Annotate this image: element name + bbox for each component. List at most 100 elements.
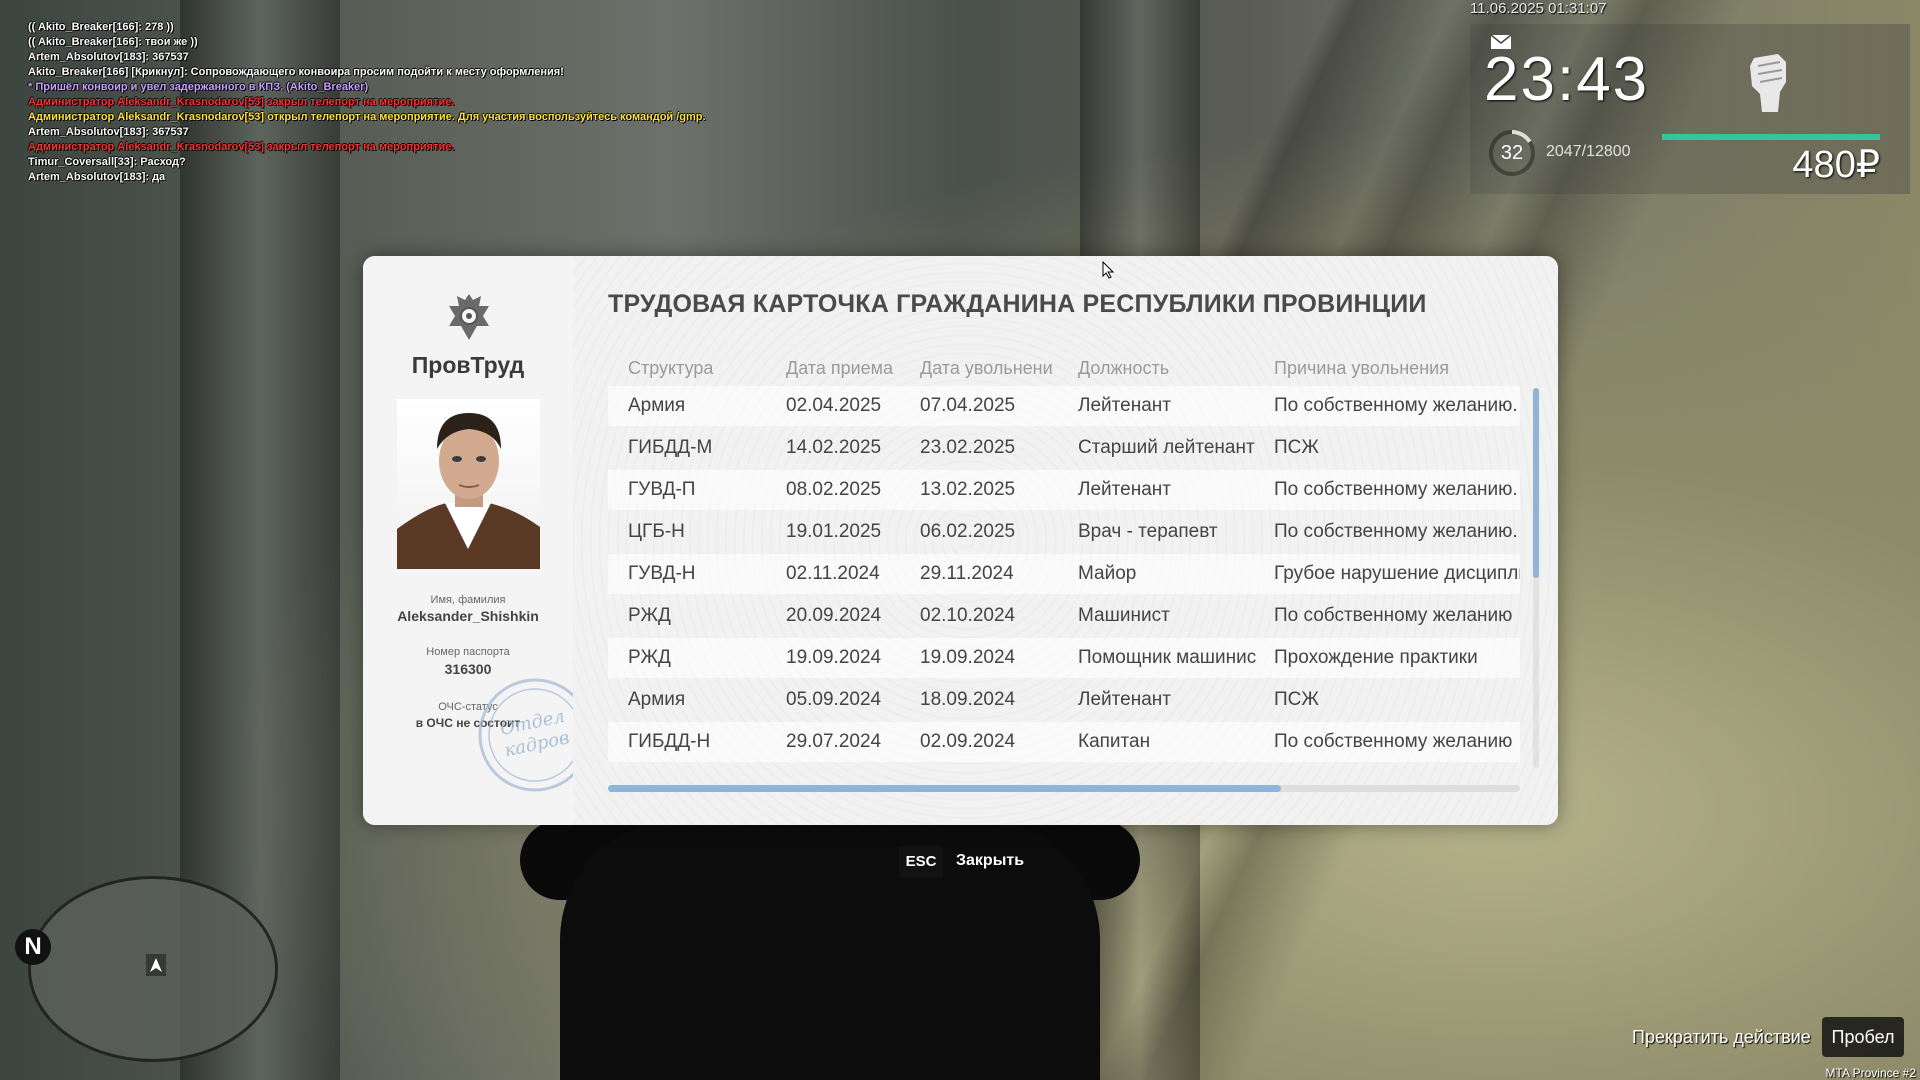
table-cell: По собственному желанию. [1274, 395, 1518, 416]
vertical-scrollbar-thumb[interactable] [1533, 388, 1539, 578]
work-history-table[interactable]: Структура Дата приема Дата увольнени Должно… [608, 350, 1520, 778]
table-cell: 08.02.2025 [786, 479, 882, 500]
chat-line: * Пришёл конвоир и увел задержанного в К… [28, 81, 369, 93]
chat-line: Администратор Aleksandr_Krasnodarov[53] … [28, 96, 455, 108]
table-cell: 02.10.2024 [920, 605, 1016, 626]
table-cell: Машинист [1078, 605, 1170, 626]
passport-value: 316300 [444, 661, 492, 677]
avatar [397, 399, 540, 569]
esc-key-hint[interactable]: ESC [899, 846, 943, 878]
table-cell: 02.09.2024 [920, 731, 1016, 752]
chat-line: Artem_Absolutov[183]: 367537 [28, 126, 189, 138]
table-cell: Армия [628, 689, 686, 710]
name-value: Aleksander_Shishkin [397, 608, 539, 624]
fist-icon [1750, 54, 1786, 112]
chat-line: Администратор Aleksandr_Krasnodarov[53] … [28, 141, 455, 153]
table-cell: Грубое нарушение дисциплин [1274, 563, 1520, 584]
table-cell: 02.11.2024 [786, 563, 880, 584]
table-cell: ПСЖ [1274, 437, 1319, 458]
table-cell: Старший лейтенант [1078, 437, 1255, 458]
column-header[interactable]: Должность [1078, 358, 1169, 379]
table-cell: 29.07.2024 [786, 731, 882, 752]
table-cell: ГИБДД-М [628, 437, 713, 458]
close-button[interactable]: Закрыть [956, 852, 1024, 870]
table-cell: Капитан [1078, 731, 1151, 752]
table-cell: Прохождение практики [1274, 647, 1478, 668]
table-cell: 19.01.2025 [786, 521, 882, 542]
table-row[interactable]: РЖД 20.09.2024 02.10.2024 Машинист По собств… [608, 596, 1520, 636]
table-cell: 19.09.2024 [920, 647, 1016, 668]
table-cell: Врач - терапевт [1078, 521, 1218, 542]
player-marker-icon [146, 954, 166, 976]
table-cell: 23.02.2025 [920, 437, 1016, 458]
table-cell: Помощник машинис [1078, 647, 1257, 668]
chat-line: (( Akito_Breaker[166]: 278 )) [28, 21, 174, 33]
table-row[interactable]: ГИБДД-М 14.02.2025 23.02.2025 Старший лейте… [608, 428, 1520, 468]
table-cell: 06.02.2025 [920, 521, 1016, 542]
table-cell: РЖД [628, 647, 671, 668]
column-header[interactable]: Структура [628, 358, 713, 379]
health-bar [1662, 134, 1880, 140]
chat-line: Администратор Aleksandr_Krasnodarov[53] … [28, 111, 706, 123]
table-cell: 14.02.2025 [786, 437, 882, 458]
table-cell: Лейтенант [1078, 395, 1171, 416]
table-cell: По собственному желанию [1274, 731, 1513, 752]
org-name: ПровТруд [411, 352, 525, 378]
modal-title: ТРУДОВАЯ КАРТОЧКА ГРАЖДАНИНА РЕСПУБЛИКИ … [608, 290, 1427, 318]
table-cell: Армия [628, 395, 686, 416]
table-cell: Майор [1078, 563, 1137, 584]
passport-label: Номер паспорта [426, 646, 510, 658]
table-row[interactable]: ЦГБ-Н 19.01.2025 06.02.2025 Врач - терапевт… [608, 512, 1520, 552]
table-cell: ГУВД-Н [628, 563, 696, 584]
profile-sidebar: ПровТруд Имя, фамилия Aleksander_Shishki… [363, 256, 592, 825]
table-cell: 19.09.2024 [786, 647, 882, 668]
name-label: Имя, фамилия [430, 594, 506, 606]
money-balance: 480₽ [1792, 144, 1880, 186]
vertical-scrollbar[interactable] [1533, 388, 1539, 768]
table-cell: Лейтенант [1078, 479, 1171, 500]
column-header[interactable]: Дата увольнени [920, 358, 1053, 379]
table-cell: ГИБДД-Н [628, 731, 711, 752]
table-cell: 18.09.2024 [920, 689, 1016, 710]
table-row[interactable]: ГИБДД-Н 29.07.2024 02.09.2024 Капитан По соб… [608, 722, 1520, 762]
table-cell: РЖД [628, 605, 671, 626]
table-cell: Лейтенант [1078, 689, 1171, 710]
level-number: 32 [1500, 142, 1524, 164]
table-cell: 13.02.2025 [920, 479, 1016, 500]
table-cell: По собственному желанию. [1274, 521, 1518, 542]
column-header[interactable]: Дата приема [786, 358, 893, 379]
stop-action-label: Прекратить действие [1632, 1027, 1811, 1047]
table-cell: По собственному желанию. [1274, 479, 1518, 500]
table-cell: По собственному желанию [1274, 605, 1513, 626]
table-cell: ЦГБ-Н [628, 521, 685, 542]
chat-line: Artem_Absolutov[183]: 367537 [28, 51, 189, 63]
table-row[interactable]: РЖД 19.09.2024 19.09.2024 Помощник машинис П… [608, 638, 1520, 678]
chat-line: Akito_Breaker[166] [Крикнул]: Сопровожда… [28, 66, 564, 78]
chat-log: (( Akito_Breaker[166]: 278 )) (( Akito_Br… [28, 20, 706, 185]
table-cell: 02.04.2025 [786, 395, 882, 416]
space-key-hint[interactable]: Пробел [1822, 1017, 1904, 1057]
coat-of-arms-icon [449, 294, 489, 340]
table-cell: ПСЖ [1274, 689, 1319, 710]
horizontal-scrollbar-thumb[interactable] [608, 785, 1281, 792]
work-record-modal: ПровТруд Имя, фамилия Aleksander_Shishki… [363, 256, 1558, 825]
xp-counter: 2047/12800 [1546, 143, 1631, 160]
horizontal-scrollbar[interactable] [608, 785, 1520, 792]
table-row[interactable]: ГУВД-П 08.02.2025 13.02.2025 Лейтенант По со… [608, 470, 1520, 510]
table-cell: 20.09.2024 [786, 605, 882, 626]
chat-line: Artem_Absolutov[183]: да [28, 171, 166, 183]
table-cell: ГУВД-П [628, 479, 696, 500]
north-icon: N [15, 929, 51, 965]
column-header[interactable]: Причина увольнения [1274, 358, 1449, 379]
table-cell: 05.09.2024 [786, 689, 882, 710]
server-name: MTA Province #2 [1825, 1066, 1916, 1080]
mouse-cursor-icon [1102, 261, 1114, 279]
hud-datetime: 11.06.2025 01:31:07 [1470, 0, 1607, 17]
table-row[interactable]: ГУВД-Н 02.11.2024 29.11.2024 Майор Грубое на… [608, 554, 1520, 594]
table-row[interactable]: Армия 02.04.2025 07.04.2025 Лейтенант По соб… [608, 386, 1520, 426]
table-cell: 07.04.2025 [920, 395, 1016, 416]
chat-line: (( Akito_Breaker[166]: твои же )) [28, 36, 198, 48]
hud-clock: 23:43 [1484, 45, 1650, 114]
table-row[interactable]: Армия 05.09.2024 18.09.2024 Лейтенант ПСЖ [608, 680, 1520, 720]
chat-line: Timur_Coversall[33]: Расход? [28, 156, 186, 168]
